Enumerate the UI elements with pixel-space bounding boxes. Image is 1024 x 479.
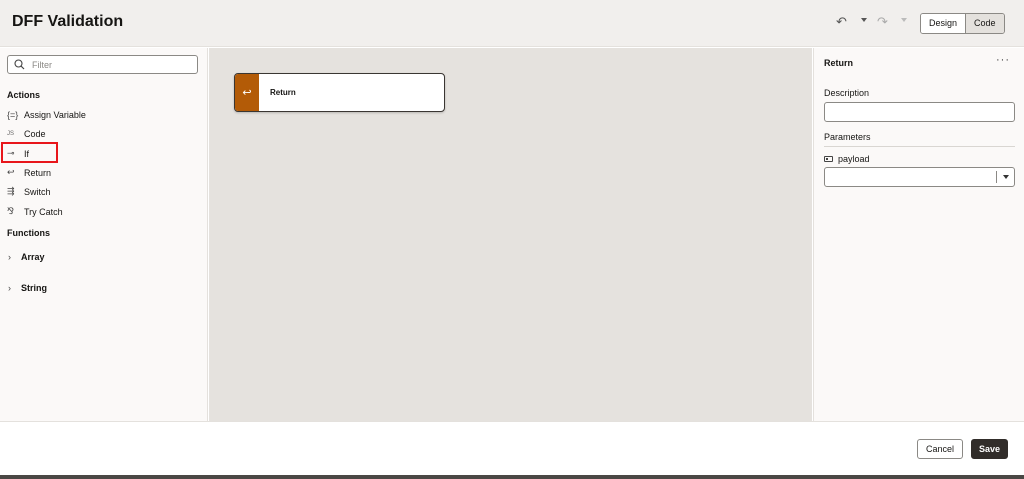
action-assign-variable[interactable]: {=} Assign Variable bbox=[7, 110, 86, 120]
undo-dropdown-icon[interactable] bbox=[861, 18, 867, 22]
filter-box bbox=[7, 55, 198, 74]
functions-heading: Functions bbox=[7, 228, 50, 238]
left-sidebar: Actions {=} Assign Variable JS Code ⊸ If… bbox=[0, 48, 208, 421]
return-icon: ↩ bbox=[7, 167, 15, 177]
search-icon bbox=[14, 59, 25, 70]
divider bbox=[824, 146, 1015, 147]
js-code-icon: JS bbox=[7, 131, 15, 137]
page-title: DFF Validation bbox=[12, 13, 124, 30]
design-view-button[interactable]: Design bbox=[921, 14, 966, 33]
return-icon: ↩ bbox=[235, 74, 259, 111]
redo-dropdown-icon[interactable] bbox=[901, 18, 907, 22]
description-field[interactable] bbox=[824, 102, 1015, 122]
bottom-bar bbox=[0, 475, 1024, 479]
action-return[interactable]: ↩ Return bbox=[7, 167, 51, 178]
function-group-array[interactable]: › Array bbox=[8, 252, 45, 262]
properties-panel: Return ··· Description Parameters payloa… bbox=[813, 48, 1024, 421]
parameters-label: Parameters bbox=[824, 132, 871, 142]
chevron-down-icon[interactable] bbox=[1003, 175, 1009, 179]
action-try-catch[interactable]: ⅋ Try Catch bbox=[7, 206, 63, 217]
function-group-label: String bbox=[21, 283, 47, 293]
description-label: Description bbox=[824, 88, 870, 98]
function-group-string[interactable]: › String bbox=[8, 283, 47, 293]
page-header: DFF Validation ↶ ↷ Design Code bbox=[0, 0, 1024, 47]
select-separator bbox=[996, 171, 997, 183]
function-group-label: Array bbox=[21, 252, 45, 262]
action-label: Assign Variable bbox=[24, 110, 86, 120]
view-toggle: Design Code bbox=[920, 13, 1005, 34]
node-label: Return bbox=[270, 88, 296, 97]
highlight-box bbox=[1, 142, 58, 163]
return-node[interactable]: ↩ Return bbox=[234, 73, 445, 112]
action-code[interactable]: JS Code bbox=[7, 129, 46, 139]
switch-icon: ⇶ bbox=[7, 186, 15, 196]
save-button[interactable]: Save bbox=[971, 439, 1008, 459]
action-label: Try Catch bbox=[24, 206, 63, 217]
undo-icon[interactable]: ↶ bbox=[836, 14, 847, 30]
footer-bar: Cancel Save bbox=[0, 421, 1024, 475]
properties-title: Return bbox=[824, 58, 853, 68]
assign-variable-icon: {=} bbox=[7, 110, 19, 120]
parameter-name: payload bbox=[838, 154, 870, 164]
try-catch-icon: ⅋ bbox=[7, 206, 15, 216]
action-label: Switch bbox=[24, 186, 51, 197]
action-switch[interactable]: ⇶ Switch bbox=[7, 186, 51, 197]
filter-input[interactable] bbox=[32, 58, 192, 71]
actions-heading: Actions bbox=[7, 90, 41, 100]
code-view-button[interactable]: Code bbox=[965, 14, 1004, 33]
chevron-right-icon: › bbox=[8, 252, 11, 262]
chevron-right-icon: › bbox=[8, 283, 11, 293]
action-label: Code bbox=[24, 129, 46, 139]
more-options-icon[interactable]: ··· bbox=[996, 54, 1010, 66]
flow-canvas[interactable]: ↩ Return bbox=[209, 48, 812, 421]
parameter-row: payload bbox=[824, 154, 870, 164]
payload-select[interactable] bbox=[824, 167, 1015, 187]
cancel-button[interactable]: Cancel bbox=[917, 439, 963, 459]
object-type-icon bbox=[824, 156, 833, 162]
action-label: Return bbox=[24, 167, 52, 178]
redo-icon[interactable]: ↷ bbox=[877, 14, 888, 30]
